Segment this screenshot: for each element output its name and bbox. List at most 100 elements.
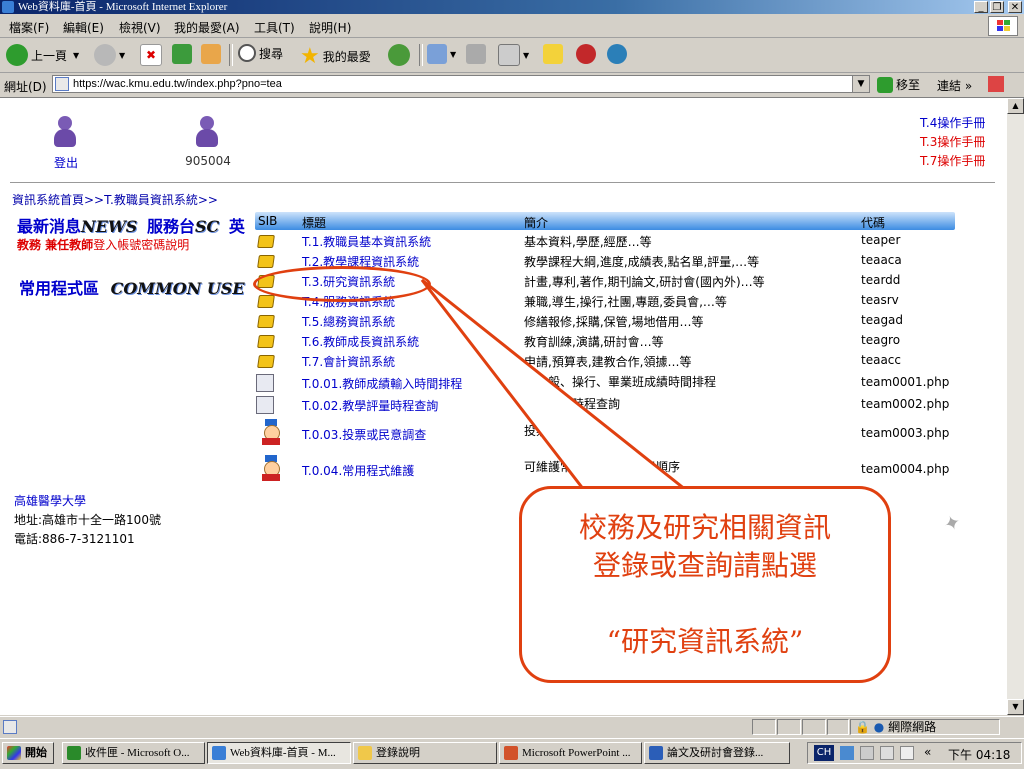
ime-width-icon[interactable] xyxy=(880,746,894,760)
system-link[interactable]: T.1.教職員基本資訊系統 xyxy=(302,233,431,250)
favorites-button[interactable]: ★ 我的最愛 xyxy=(300,44,371,69)
address-bar: 網址(D) ▼ 移至 連結 » xyxy=(0,73,1024,98)
book-icon xyxy=(257,295,275,308)
book-icon xyxy=(257,315,275,328)
news-service-banner: 最新消息NEWS 服務台SC 英 xyxy=(17,213,245,237)
menu-file[interactable]: 檔案(F) xyxy=(9,19,49,36)
school-info: 高雄醫學大學 地址:高雄市十全一路100號 電話:886-7-3121101 xyxy=(14,492,161,549)
breadcrumb[interactable]: 資訊系統首頁>>T.教職員資訊系統>> xyxy=(12,191,218,208)
history-button[interactable] xyxy=(388,44,413,66)
forward-button[interactable]: ▼ xyxy=(94,44,125,66)
callout-box: 校務及研究相關資訊 登錄或查詢請點選 “研究資訊系統” xyxy=(519,486,891,683)
menu-favorites[interactable]: 我的最愛(A) xyxy=(174,19,240,36)
start-button[interactable]: 開始 xyxy=(2,742,54,764)
minimize-button[interactable]: _ xyxy=(974,1,988,13)
devil-icon xyxy=(576,44,596,64)
menu-tools[interactable]: 工具(T) xyxy=(254,19,295,36)
home-button[interactable] xyxy=(201,44,224,64)
addon-button[interactable] xyxy=(576,44,599,64)
windows-flag-icon xyxy=(7,746,21,760)
history-icon xyxy=(388,44,410,66)
user-id-block[interactable]: 905004 xyxy=(178,116,238,168)
go-button[interactable]: 移至 xyxy=(877,76,920,93)
refresh-button[interactable] xyxy=(172,44,195,64)
messenger-button[interactable] xyxy=(607,44,630,64)
scroll-down-button[interactable]: ▼ xyxy=(1007,699,1024,715)
book-icon xyxy=(257,355,275,368)
ime-pad-icon[interactable] xyxy=(900,746,914,760)
page-content: 登出 905004 T.4操作手冊 T.3操作手冊 T.7操作手冊 資訊系統首頁… xyxy=(0,98,1007,715)
col-code: 代碼 xyxy=(861,216,886,230)
divider xyxy=(10,182,995,183)
manual-links: T.4操作手冊 T.3操作手冊 T.7操作手冊 xyxy=(920,114,985,171)
school-phone: 電話:886-7-3121101 xyxy=(14,532,135,546)
task-ie[interactable]: Web資料庫-首頁 - M... xyxy=(207,742,351,764)
service-link[interactable]: 服務台SC xyxy=(147,217,219,236)
task-folder[interactable]: 登錄說明 xyxy=(353,742,497,764)
system-tray: CH « 下午 04:18 xyxy=(807,742,1022,764)
status-bar: 🔒 ● 網際網路 xyxy=(0,716,1024,737)
tray-expand-icon[interactable]: « xyxy=(924,745,931,759)
address-label: 網址(D) xyxy=(4,80,47,94)
task-word[interactable]: 論文及研討會登錄... xyxy=(644,742,790,764)
restore-button[interactable]: ❐ xyxy=(990,1,1004,13)
table-row: T.1.教職員基本資訊系統 基本資料,學歷,經歷…等 teaper xyxy=(255,232,965,252)
menu-bar: 檔案(F) 編輯(E) 檢視(V) 我的最愛(A) 工具(T) 說明(H) xyxy=(0,15,1024,38)
taskbar: 開始 收件匣 - Microsoft O... Web資料庫-首頁 - M...… xyxy=(0,738,1024,769)
common-use-link[interactable]: 常用程式區 COMMON USE xyxy=(19,275,245,299)
page-icon xyxy=(55,77,69,91)
close-button[interactable]: ✕ xyxy=(1008,1,1022,13)
edit-button[interactable]: ▼ xyxy=(498,44,529,66)
news-link[interactable]: 最新消息NEWS xyxy=(17,217,137,236)
task-powerpoint[interactable]: Microsoft PowerPoint ... xyxy=(499,742,642,764)
address-dropdown-button[interactable]: ▼ xyxy=(852,76,869,92)
system-link[interactable]: T.5.總務資訊系統 xyxy=(302,313,395,330)
window-title-bar[interactable]: Web資料庫-首頁 - Microsoft Internet Explorer … xyxy=(0,0,1024,14)
english-link[interactable]: 英 xyxy=(229,217,245,236)
mail-icon xyxy=(427,44,447,64)
document-icon xyxy=(256,396,274,414)
document-icon xyxy=(256,374,274,392)
task-outlook[interactable]: 收件匣 - Microsoft O... xyxy=(62,742,205,764)
mail-button[interactable]: ▼ xyxy=(427,44,456,64)
menu-view[interactable]: 檢視(V) xyxy=(119,19,161,36)
manual-link-t3[interactable]: T.3操作手冊 xyxy=(920,133,985,152)
discuss-button[interactable] xyxy=(543,44,566,64)
star-icon: ★ xyxy=(300,44,320,69)
windows-logo-icon xyxy=(988,16,1018,36)
system-link[interactable]: T.0.04.常用程式維護 xyxy=(302,462,414,479)
address-input[interactable] xyxy=(73,76,853,92)
forward-arrow-icon xyxy=(94,44,116,66)
menu-edit[interactable]: 編輯(E) xyxy=(63,19,104,36)
col-title: 標題 xyxy=(302,216,327,230)
messenger-icon xyxy=(607,44,627,64)
search-button[interactable]: 搜尋 xyxy=(238,44,283,62)
menu-help[interactable]: 說明(H) xyxy=(309,19,351,36)
col-sib: SIB xyxy=(258,214,278,228)
ime-tool-icon[interactable] xyxy=(840,746,854,760)
manual-link-t7[interactable]: T.7操作手冊 xyxy=(920,152,985,171)
edit-icon xyxy=(498,44,520,66)
school-name: 高雄醫學大學 xyxy=(14,494,87,508)
stop-button[interactable]: ✖ xyxy=(140,44,165,66)
back-button[interactable]: 上一頁 ▼ xyxy=(6,44,79,66)
ie-icon xyxy=(2,1,14,13)
logout-link[interactable]: 登出 xyxy=(36,116,96,171)
system-link[interactable]: T.7.會計資訊系統 xyxy=(302,353,395,370)
powerpoint-icon xyxy=(504,746,518,760)
folder-icon xyxy=(358,746,372,760)
print-button[interactable] xyxy=(466,44,489,64)
ime-mode-icon[interactable] xyxy=(860,746,874,760)
back-arrow-icon xyxy=(6,44,28,66)
ime-indicator[interactable]: CH xyxy=(814,745,834,761)
account-notice-link[interactable]: 教務 兼任教師登入帳號密碼說明 xyxy=(17,236,189,253)
ie-logo-icon: ✦ xyxy=(940,508,965,538)
security-zone: 🔒 ● 網際網路 xyxy=(850,719,1000,735)
manual-link-t4[interactable]: T.4操作手冊 xyxy=(920,114,985,133)
vertical-scrollbar[interactable]: ▲ ▼ xyxy=(1007,98,1024,715)
page-status-icon xyxy=(3,720,17,734)
scroll-up-button[interactable]: ▲ xyxy=(1007,98,1024,114)
links-button[interactable]: 連結 » xyxy=(937,77,972,94)
window-title: Web資料庫-首頁 - Microsoft Internet Explorer xyxy=(18,1,228,13)
addon-icon[interactable] xyxy=(988,76,1004,92)
